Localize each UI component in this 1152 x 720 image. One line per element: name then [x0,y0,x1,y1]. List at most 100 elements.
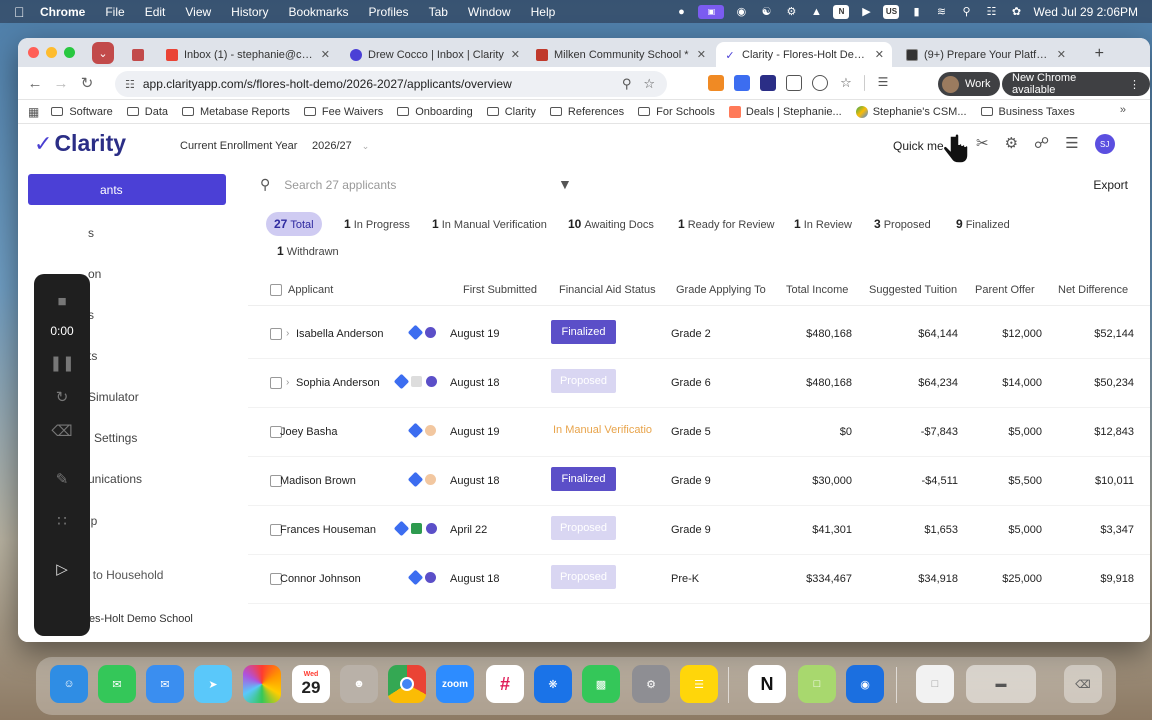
database-icon[interactable]: ☰ [1065,134,1078,154]
reload-icon[interactable]: ↻ [74,74,100,92]
tab-milken[interactable]: Milken Community School * ✕ [528,42,714,67]
export-button[interactable]: Export [1093,178,1128,192]
battery-icon[interactable]: ▮ [908,5,924,19]
extension-blue-icon[interactable] [734,75,750,91]
stop-square-icon[interactable]: ■ [53,292,71,310]
trash-icon[interactable]: ⌫ [51,422,72,440]
table-row[interactable]: Joey Basha August 19 In Manual Verificat… [248,408,1150,457]
bookmark-star-outline-icon[interactable]: ☆ [838,75,854,91]
tab-search-dropdown-icon[interactable]: ⌄ [92,42,114,64]
new-chrome-available-button[interactable]: New Chrome available ⋮ [1002,72,1150,96]
chip-withdrawn[interactable]: 1 Withdrawn [277,244,339,258]
chip-total[interactable]: 27 Total [266,212,322,236]
document-stack-icon[interactable]: □ [916,665,954,703]
col-first-submitted[interactable]: First Submitted [463,284,537,296]
status-badge[interactable]: Proposed [551,565,616,589]
calendar-icon[interactable]: Wed 29 [292,665,330,703]
arrow-tray-icon[interactable]: ▲ [808,5,824,19]
play-tray-icon[interactable]: ▶ [858,5,874,19]
bookmark-clarity[interactable]: Clarity [486,106,536,118]
notion-tray-icon[interactable]: N [833,4,850,19]
draw-icon[interactable]: ✎ [53,470,71,488]
row-checkbox[interactable] [270,328,282,343]
menu-window[interactable]: Window [468,5,511,19]
expand-chevron-icon[interactable]: › [286,377,289,388]
back-arrow-icon[interactable]: ← [22,75,48,92]
chip-ready-for-review[interactable]: 1 Ready for Review [678,217,775,231]
wifi-icon[interactable]: ≋ [933,5,949,19]
menu-edit[interactable]: Edit [145,5,166,19]
pause-icon[interactable]: ❚❚ [49,354,74,372]
url-text[interactable]: app.clarityapp.com/s/flores-holt-demo/20… [143,77,622,91]
tools-icon[interactable]: ✂ [976,134,989,154]
bookmark-deals[interactable]: Deals | Stephanie... [728,105,842,118]
col-suggested-tuition[interactable]: Suggested Tuition [869,284,957,296]
more-bookmarks-chevron-icon[interactable]: » [1120,104,1126,116]
sidebar-item-1[interactable]: s [88,226,94,240]
close-tab-icon[interactable]: ✕ [1057,48,1066,61]
row-checkbox[interactable] [270,377,282,392]
notes-icon[interactable]: ☰ [680,665,718,703]
gear-icon[interactable]: ⚙ [1005,134,1018,154]
extension-tray-icon[interactable]: ☯ [758,5,774,19]
camera-icon[interactable]: ▷ [53,560,71,578]
menu-history[interactable]: History [231,5,268,19]
chip-in-progress[interactable]: 1 In Progress [344,217,410,231]
photos-icon[interactable] [243,665,281,703]
status-badge[interactable]: Proposed [551,369,616,393]
bookmark-references[interactable]: References [549,106,624,118]
screen-record-icon[interactable]: ▣ [698,4,725,19]
zoom-lens-icon[interactable]: ⚲ [622,76,632,92]
bookmark-data[interactable]: Data [126,106,168,118]
sidebar-item-settings[interactable]: l Settings [88,431,137,445]
applicant-name[interactable]: Frances Houseman [280,524,376,536]
menu-help[interactable]: Help [531,5,556,19]
filter-funnel-icon[interactable]: ▼ [558,176,572,192]
sidebar-item-simulator[interactable]: Simulator [88,390,139,404]
stickies-icon[interactable]: □ [798,665,836,703]
tab-inbox[interactable]: Inbox (1) - stephanie@clarit ✕ [158,42,338,67]
sidebar-item-applicants[interactable]: ants [28,174,226,205]
extension-circle-icon[interactable] [812,75,828,91]
chip-in-review[interactable]: 1 In Review [794,217,852,231]
tab-pinned[interactable] [124,42,158,67]
extension-orange-icon[interactable] [708,75,724,91]
microphone-icon[interactable]: ● [673,5,689,19]
contacts-icon[interactable]: ☻ [340,665,378,703]
extension-clarity-icon[interactable] [760,75,776,91]
table-row[interactable]: Madison Brown August 18 Finalized Grade … [248,457,1150,506]
col-parent-offer[interactable]: Parent Offer [975,284,1035,296]
table-row[interactable]: Frances Houseman April 22 Proposed Grade… [248,506,1150,555]
menu-profiles[interactable]: Profiles [369,5,409,19]
apple-icon[interactable]:  [14,4,30,20]
status-badge[interactable]: In Manual Verificatio [553,424,663,436]
tab-clarity-active[interactable]: ✓ Clarity - Flores-Holt Demo S ✕ [716,42,892,67]
omnibox[interactable]: ☷ app.clarityapp.com/s/flores-holt-demo/… [115,71,667,97]
menu-app-name[interactable]: Chrome [40,5,85,19]
extension-app-icon[interactable]: ❋ [534,665,572,703]
search-bar[interactable]: ⚲ Search 27 applicants [260,176,396,193]
tab-drew-cocco[interactable]: Drew Cocco | Inbox | Clarity ✕ [342,42,528,67]
kebab-menu-icon[interactable]: ⋮ [1129,78,1140,91]
applicant-name[interactable]: Joey Basha [280,426,337,438]
search-input[interactable]: Search 27 applicants [284,178,396,192]
minimized-windows-icon[interactable]: ▬ [966,665,1036,703]
col-net-difference[interactable]: Net Difference [1058,284,1128,296]
forward-arrow-icon[interactable]: → [48,75,74,92]
close-tab-icon[interactable]: ✕ [511,48,520,61]
expand-chevron-icon[interactable]: › [286,328,289,339]
close-window-button[interactable] [28,47,39,58]
col-applicant[interactable]: Applicant [288,284,333,296]
extension-puzzle-icon[interactable] [786,75,802,91]
bookmark-fee-waivers[interactable]: Fee Waivers [303,106,383,118]
chip-awaiting-docs[interactable]: 10 Awaiting Docs [568,217,654,231]
bookmark-software[interactable]: Software [51,106,113,118]
profile-chip[interactable]: Work [938,72,1001,96]
numbers-icon[interactable]: ▩ [582,665,620,703]
restart-icon[interactable]: ↻ [53,388,71,406]
menu-tab[interactable]: Tab [429,5,448,19]
messages-icon[interactable]: ✉ [98,665,136,703]
close-tab-icon[interactable]: ✕ [321,48,330,61]
bookmark-metabase[interactable]: Metabase Reports [182,106,290,118]
tab-prepare-platform[interactable]: (9+) Prepare Your Platform ✕ [898,42,1074,67]
